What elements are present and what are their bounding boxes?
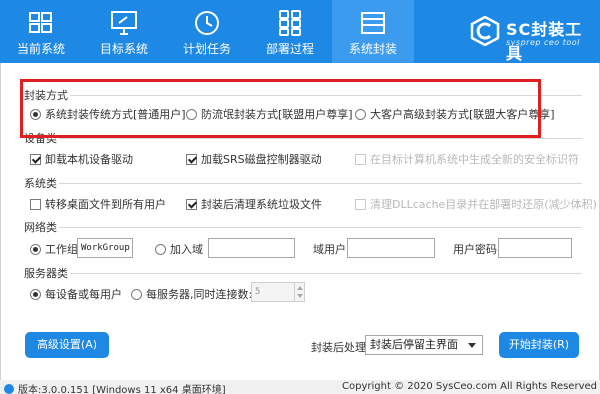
- start-seal-button[interactable]: 开始封装(R): [499, 332, 579, 358]
- monitor-tool-icon: [111, 11, 137, 35]
- radio-indicator: [155, 243, 166, 255]
- drive-box-icon: [361, 12, 385, 34]
- radio-indicator: [131, 288, 142, 300]
- top-toolbar: 当前系统 目标系统 计划任务 部署过程 系统封装 SC封装工具 sysprep …: [0, 0, 600, 63]
- tab-label: 计划任务: [182, 42, 231, 56]
- option-label: 每服务器,同时连接数:: [146, 288, 253, 301]
- tab-deploy-process[interactable]: 部署过程: [249, 0, 331, 63]
- post-process-label: 封装后处理:: [311, 341, 370, 354]
- radio-join-domain[interactable]: 加入域: [155, 241, 203, 257]
- option-label: 清理DLLcache目录并在部署时还原(减少体积): [370, 198, 597, 211]
- checkbox-uninstall-drivers[interactable]: 卸载本机设备驱动: [30, 151, 133, 167]
- checkbox-clean-dllcache[interactable]: 清理DLLcache目录并在部署时还原(减少体积): [355, 196, 597, 212]
- radio-per-device[interactable]: 每设备或每用户: [30, 286, 122, 302]
- group-title-network: 网络类: [24, 219, 59, 235]
- tab-label: 当前系统: [16, 42, 65, 56]
- option-label: 工作组: [45, 243, 78, 256]
- user-password-input[interactable]: [498, 238, 572, 258]
- brand-subtitle: sysprep ceo tool: [506, 38, 580, 47]
- checkbox-clean-junk[interactable]: 封装后清理系统垃圾文件: [186, 196, 322, 212]
- radio-per-server[interactable]: 每服务器,同时连接数:: [131, 286, 252, 302]
- version-info: 版本:3.0.0.151 [Windows 11 x64 桌面环境]: [4, 381, 226, 394]
- group-title-system: 系统类: [24, 175, 59, 191]
- option-label: 每设备或每用户: [45, 288, 122, 301]
- tab-target-system[interactable]: 目标系统: [83, 0, 165, 63]
- tab-label: 部署过程: [265, 42, 314, 56]
- status-bar: 版本:3.0.0.151 [Windows 11 x64 桌面环境] Copyr…: [0, 380, 600, 394]
- option-label: 在目标计算机系统中生成全新的安全标识符: [370, 153, 579, 166]
- sc-logo-icon: [470, 16, 500, 46]
- tab-system-seal[interactable]: 系统封装: [332, 0, 414, 63]
- checkbox-indicator: [30, 153, 41, 165]
- tab-label: 目标系统: [99, 42, 148, 56]
- workgroup-input[interactable]: WorkGroup: [77, 238, 133, 258]
- radio-indicator: [30, 243, 41, 255]
- option-label: 卸载本机设备驱动: [45, 153, 133, 166]
- divider: [24, 273, 582, 274]
- tab-current-system[interactable]: 当前系统: [0, 0, 82, 63]
- domain-user-label: 域用户:: [313, 243, 350, 256]
- apps-grid-icon: [279, 10, 301, 36]
- version-text: 版本:3.0.0.151 [Windows 11 x64 桌面环境]: [18, 385, 226, 394]
- info-icon: [4, 383, 14, 394]
- domain-user-input[interactable]: [347, 238, 435, 258]
- checkbox-indicator: [30, 198, 41, 210]
- checkbox-new-sid[interactable]: 在目标计算机系统中生成全新的安全标识符: [355, 151, 579, 167]
- user-password-label: 用户密码:: [453, 243, 501, 256]
- advanced-settings-button[interactable]: 高级设置(A): [25, 332, 109, 358]
- option-label: 加入域: [170, 243, 203, 256]
- divider: [24, 227, 582, 228]
- highlight-box: [20, 79, 541, 138]
- checkbox-indicator: [186, 153, 197, 165]
- checkbox-indicator: [355, 198, 366, 210]
- option-label: 转移桌面文件到所有用户: [45, 198, 166, 211]
- domain-input[interactable]: [208, 238, 295, 258]
- divider: [24, 183, 582, 184]
- chevron-down-icon: [468, 343, 476, 348]
- radio-indicator: [30, 288, 41, 300]
- tab-scheduled-tasks[interactable]: 计划任务: [166, 0, 248, 63]
- brand: SC封装工具 sysprep ceo tool: [470, 14, 596, 63]
- connections-stepper[interactable]: 5: [251, 282, 305, 302]
- checkbox-indicator: [186, 198, 197, 210]
- spinner-arrows-icon[interactable]: [294, 283, 304, 301]
- clock-icon: [195, 11, 219, 35]
- checkbox-indicator: [355, 153, 366, 165]
- checkbox-move-desktop-files[interactable]: 转移桌面文件到所有用户: [30, 196, 166, 212]
- post-process-select[interactable]: 封装后停留主界面: [365, 335, 483, 355]
- copyright-text: Copyright © 2020 SysCeo.com All Rights R…: [342, 381, 597, 392]
- connections-value: 5: [255, 287, 261, 297]
- option-label: 加载SRS磁盘控制器驱动: [201, 153, 322, 166]
- tab-label: 系统封装: [348, 42, 397, 56]
- group-title-server: 服务器类: [24, 265, 70, 281]
- divider: [24, 138, 582, 139]
- monitor-grid-icon: [29, 12, 52, 33]
- checkbox-load-srs-driver[interactable]: 加载SRS磁盘控制器驱动: [186, 151, 322, 167]
- post-process-value: 封装后停留主界面: [370, 338, 458, 351]
- radio-workgroup[interactable]: 工作组: [30, 241, 78, 257]
- option-label: 封装后清理系统垃圾文件: [201, 198, 322, 211]
